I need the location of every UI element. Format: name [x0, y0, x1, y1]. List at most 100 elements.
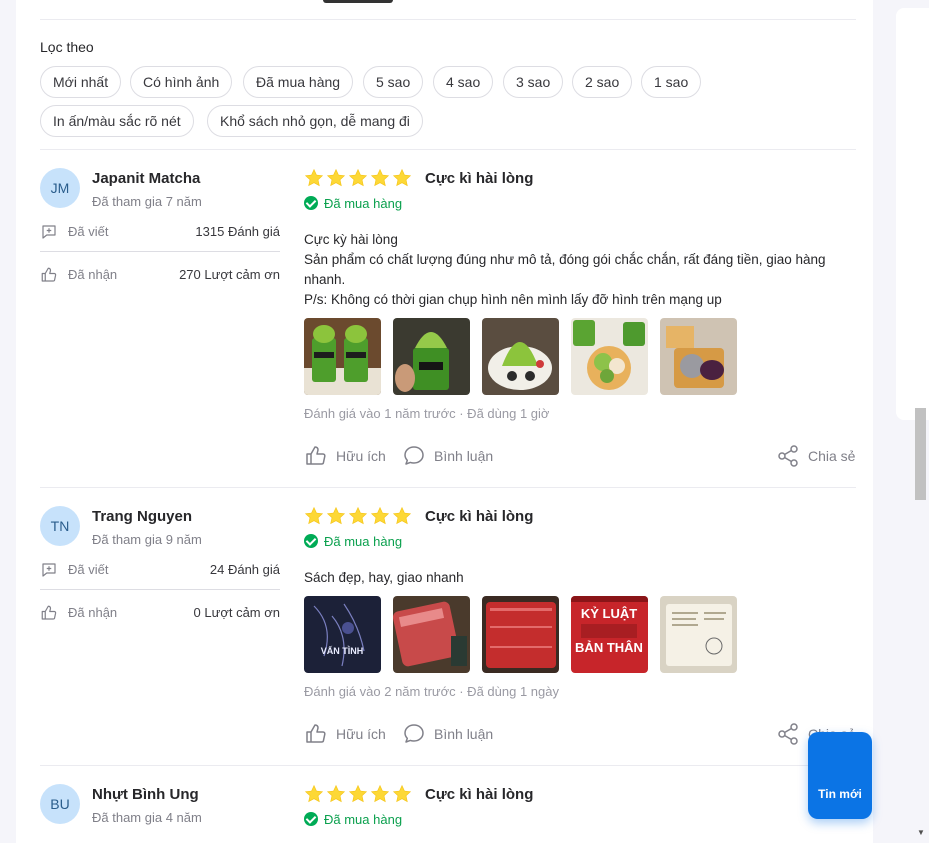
share-label: Chia sẻ — [808, 448, 856, 464]
image-stub — [323, 0, 393, 3]
written-label: Đã viết — [68, 224, 109, 239]
review-photo[interactable]: KỶ LUẬT BẢN THÂN — [571, 596, 648, 673]
review-title: Cực kì hài lòng — [425, 786, 534, 803]
chip-verified[interactable]: Đã mua hàng — [243, 66, 354, 98]
star-icon — [392, 784, 412, 803]
divider — [40, 589, 280, 590]
share-icon — [778, 723, 798, 745]
helpful-label: Hữu ích — [336, 726, 386, 742]
review-photo[interactable]: VẤN TÌNH — [304, 596, 381, 673]
joined-date: Đã tham gia 9 năm — [92, 532, 202, 547]
chip-3-stars[interactable]: 3 sao — [503, 66, 564, 98]
comment-button[interactable]: Bình luận — [402, 722, 502, 746]
rating-stars — [304, 168, 414, 188]
review-actions: Hữu ích Bình luận Chia sẻ — [304, 444, 856, 468]
verified-badge: Đã mua hàng — [304, 812, 402, 827]
written-count: 1315 Đánh giá — [195, 224, 280, 239]
star-icon — [304, 784, 324, 803]
book-cover-title: VẤN TÌNH — [321, 646, 364, 656]
review-line: nhanh. — [304, 272, 346, 287]
review-photo[interactable] — [482, 596, 559, 673]
verified-badge: Đã mua hàng — [304, 196, 402, 211]
avatar: TN — [40, 506, 80, 546]
received-stat: Đã nhận 270 Lượt cảm ơn — [40, 265, 280, 285]
news-label: Tin mới — [818, 787, 862, 801]
review-item: BU Nhựt Bình Ung Đã tham gia 4 năm Cực k… — [40, 766, 856, 843]
reviews-panel: Lọc theo Mới nhất Có hình ảnh Đã mua hàn… — [16, 0, 873, 843]
review-photos — [304, 318, 856, 396]
review-photo[interactable] — [660, 318, 737, 395]
chip-newest[interactable]: Mới nhất — [40, 66, 122, 98]
verified-label: Đã mua hàng — [324, 812, 403, 827]
check-icon — [304, 196, 318, 210]
svg-text:KỶ LUẬT: KỶ LUẬT — [581, 606, 637, 621]
reviewer-name: Japanit Matcha — [92, 170, 201, 187]
written-label: Đã viết — [68, 562, 109, 577]
star-icon — [370, 506, 390, 525]
received-count: 270 Lượt cảm ơn — [179, 267, 280, 282]
review-photo[interactable] — [660, 596, 737, 673]
star-icon — [326, 168, 346, 187]
star-icon — [370, 168, 390, 187]
chip-4-stars[interactable]: 4 sao — [433, 66, 494, 98]
divider — [40, 251, 280, 252]
divider — [40, 19, 856, 20]
scroll-down-arrow[interactable]: ▼ — [914, 828, 928, 837]
share-icon — [778, 445, 798, 467]
thumbs-up-icon — [306, 446, 326, 465]
scrollbar-thumb[interactable] — [915, 408, 926, 500]
star-icon — [392, 506, 412, 525]
review-title: Cực kì hài lòng — [425, 508, 534, 525]
review-photo[interactable] — [304, 318, 381, 395]
review-photo[interactable] — [482, 318, 559, 395]
review-meta: Đánh giá vào 1 năm trước · Đã dùng 1 giờ — [304, 406, 550, 421]
comment-label: Bình luận — [434, 726, 494, 742]
comment-icon — [404, 446, 424, 465]
chip-compact-size[interactable]: Khổ sách nhỏ gọn, dễ mang đi — [207, 105, 423, 137]
star-icon — [304, 506, 324, 525]
thumbs-up-icon — [41, 605, 57, 620]
star-icon — [326, 506, 346, 525]
news-button[interactable]: Tin mới — [808, 732, 872, 819]
star-icon — [326, 784, 346, 803]
avatar: JM — [40, 168, 80, 208]
star-icon — [348, 784, 368, 803]
written-count: 24 Đánh giá — [209, 562, 280, 577]
filter-title: Lọc theo — [40, 39, 94, 55]
thumbs-up-icon — [41, 267, 57, 282]
comment-label: Bình luận — [434, 448, 494, 464]
received-count: 0 Lượt cảm ơn — [193, 605, 280, 620]
avatar: BU — [40, 784, 80, 824]
chip-2-stars[interactable]: 2 sao — [572, 66, 633, 98]
review-title: Cực kì hài lòng — [425, 170, 534, 187]
helpful-button[interactable]: Hữu ích — [304, 722, 394, 746]
review-text: Sách đẹp, hay, giao nhanh — [304, 568, 856, 588]
review-photo[interactable] — [393, 596, 470, 673]
chip-5-stars[interactable]: 5 sao — [363, 66, 424, 98]
helpful-button[interactable]: Hữu ích — [304, 444, 394, 468]
thumbs-up-icon — [306, 724, 326, 743]
comment-button[interactable]: Bình luận — [402, 444, 502, 468]
star-icon — [348, 506, 368, 525]
star-icon — [370, 784, 390, 803]
review-photo[interactable] — [393, 318, 470, 395]
chip-1-star[interactable]: 1 sao — [641, 66, 702, 98]
review-actions: Hữu ích Bình luận Chia sẻ — [304, 722, 856, 746]
star-icon — [304, 168, 324, 187]
check-icon — [304, 534, 318, 548]
review-line: Sản phẩm có chất lượng đúng như mô tả, đ… — [304, 252, 826, 267]
review-line: Cực kỳ hài lòng — [304, 232, 398, 247]
review-line: Sách đẹp, hay, giao nhanh — [304, 570, 464, 585]
star-icon — [348, 168, 368, 187]
comment-plus-icon — [42, 225, 56, 239]
review-item: TN Trang Nguyen Đã tham gia 9 năm Đã viế… — [40, 488, 856, 766]
svg-text:BẢN THÂN: BẢN THÂN — [575, 640, 643, 655]
review-photo[interactable] — [571, 318, 648, 395]
review-text: Cực kỳ hài lòng Sản phẩm có chất lượng đ… — [304, 230, 856, 310]
comment-icon — [404, 724, 424, 743]
rating-stars — [304, 784, 414, 804]
chip-print-quality[interactable]: In ấn/màu sắc rõ nét — [40, 105, 194, 137]
share-button[interactable]: Chia sẻ — [776, 444, 856, 468]
received-label: Đã nhận — [68, 267, 118, 282]
chip-with-photos[interactable]: Có hình ảnh — [130, 66, 233, 98]
